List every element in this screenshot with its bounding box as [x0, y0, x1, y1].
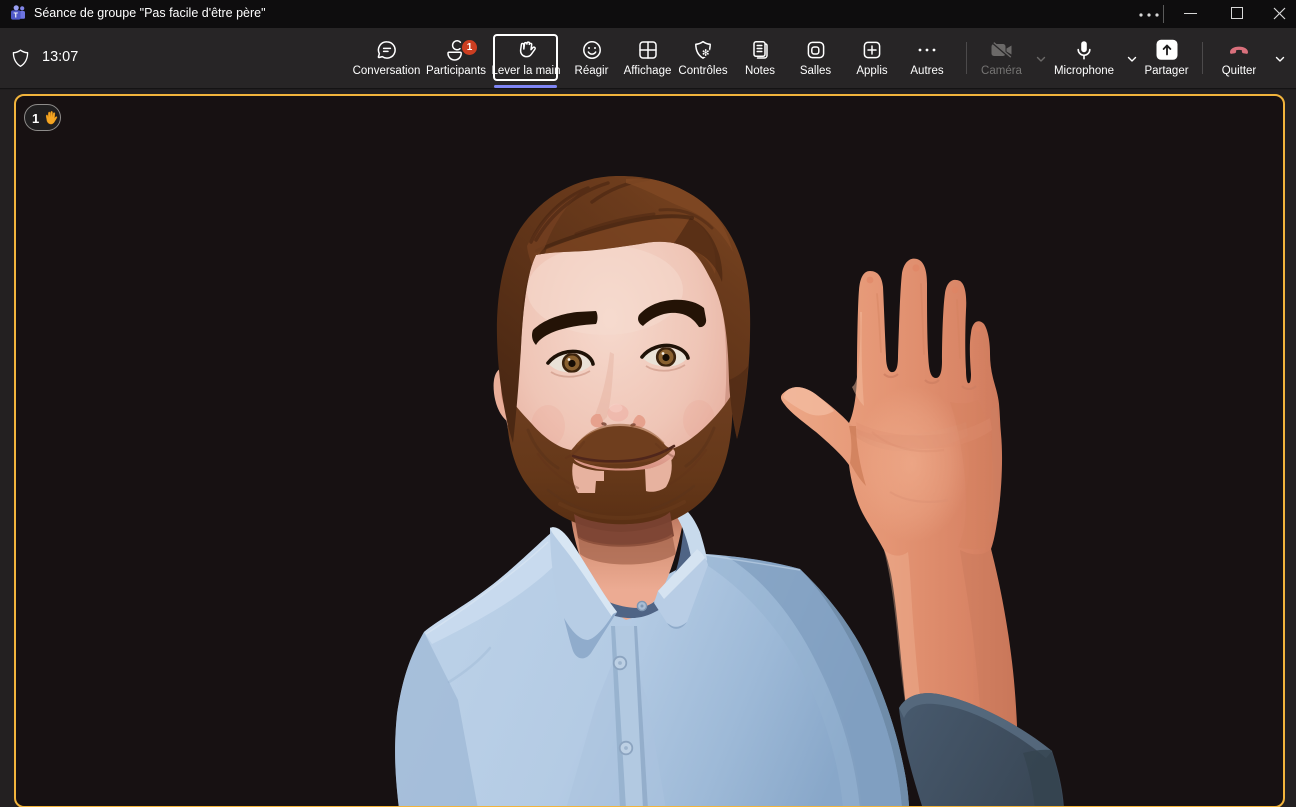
svg-text:T: T [14, 12, 19, 19]
